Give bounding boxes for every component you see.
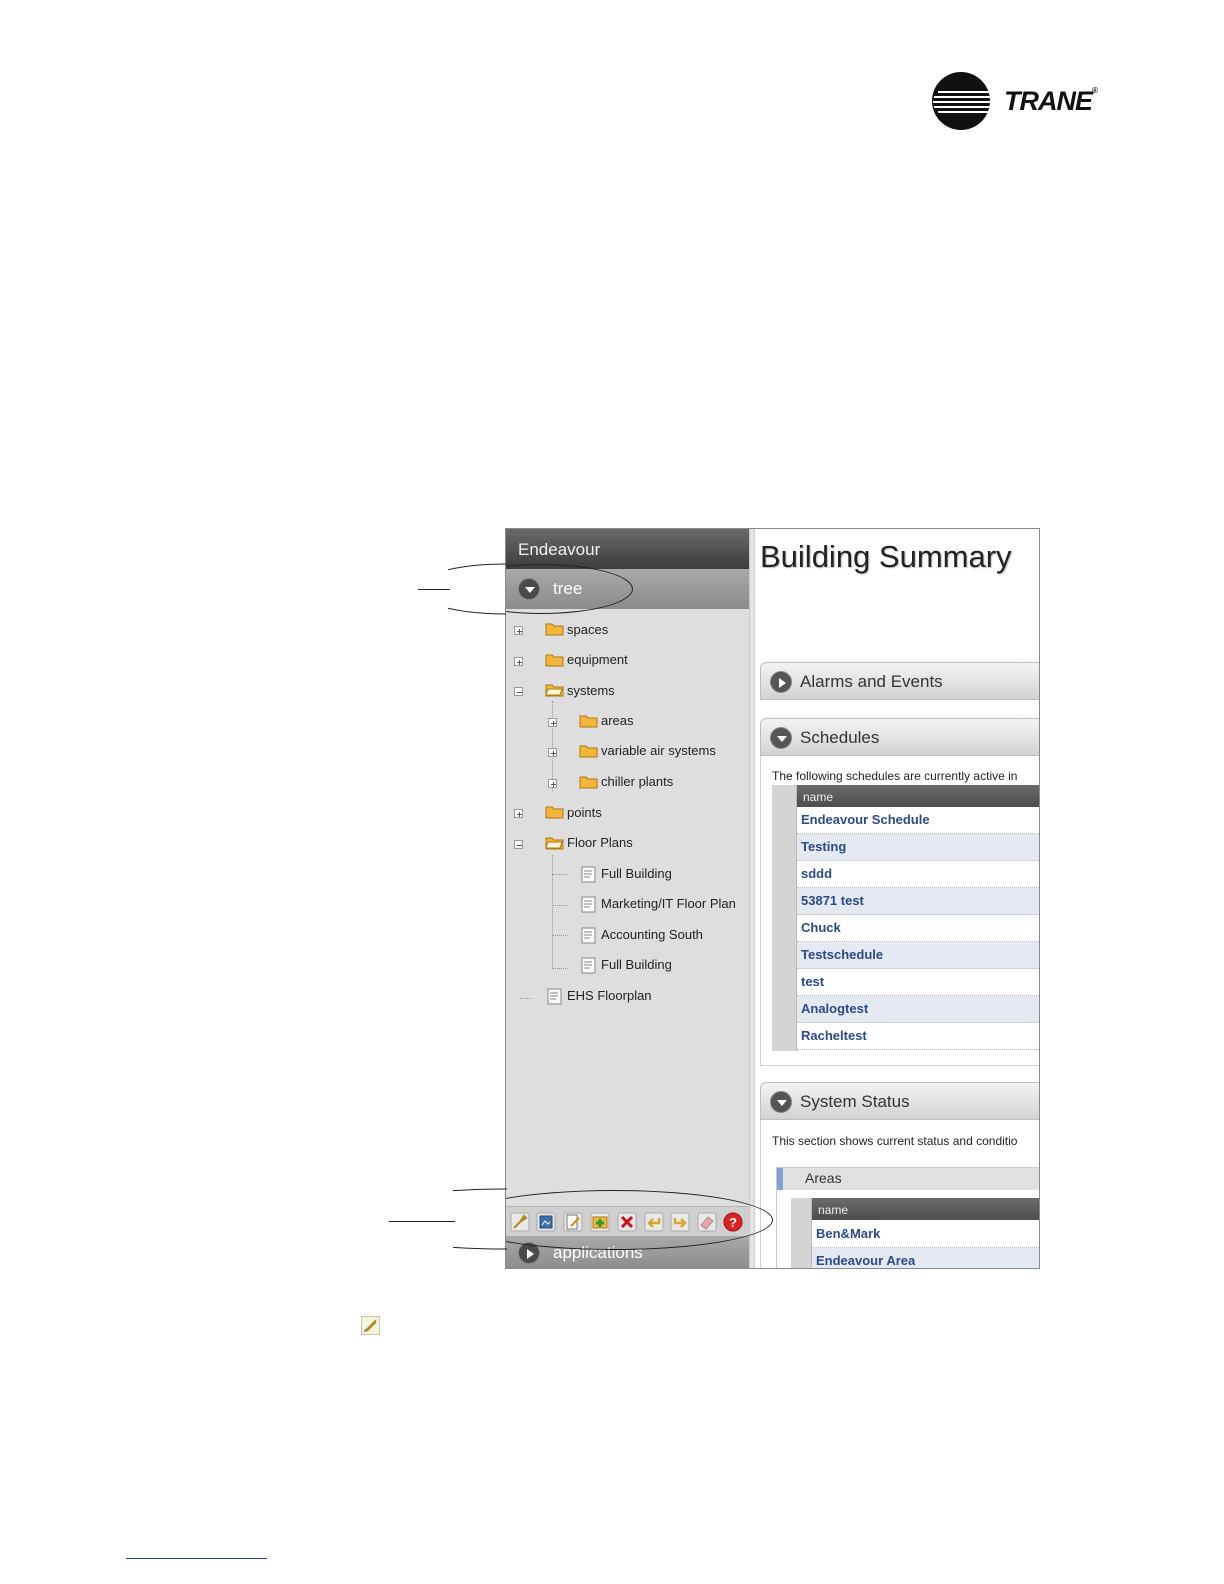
- tree-connector: [552, 855, 553, 968]
- schedule-row[interactable]: Testing: [797, 834, 1039, 861]
- schedule-row[interactable]: Chuck: [797, 915, 1039, 942]
- tree-item-variable-air-systems[interactable]: variable air systems: [601, 743, 716, 758]
- tree-item-chiller-plants[interactable]: chiller plants: [601, 774, 673, 789]
- expand-icon[interactable]: [548, 779, 557, 788]
- schedule-row[interactable]: 53871 test: [797, 888, 1039, 915]
- footer-link-underline: [126, 1558, 267, 1559]
- areas-panel-title: Areas: [777, 1168, 1039, 1190]
- folder-icon: [545, 806, 564, 819]
- tree-callout-arc: [448, 563, 507, 615]
- document-icon: [581, 866, 596, 883]
- tree-connector: [552, 968, 568, 969]
- open-folder-icon: [545, 684, 564, 697]
- tree-item-systems[interactable]: systems: [567, 683, 615, 698]
- sidebar: Endeavour tree spaces equipment systems …: [506, 529, 749, 1268]
- schedules-description: The following schedules are currently ac…: [772, 769, 1018, 783]
- collapse-icon[interactable]: [514, 840, 523, 849]
- tree-connector: [552, 874, 568, 875]
- trane-globe-icon: [932, 72, 990, 130]
- folder-icon: [545, 623, 564, 636]
- toolbar-callout-arc: [453, 1188, 508, 1250]
- expand-icon[interactable]: [548, 748, 557, 757]
- tree-item-spaces[interactable]: spaces: [567, 622, 608, 637]
- tree-item-points[interactable]: points: [567, 805, 602, 820]
- open-folder-icon: [545, 837, 564, 850]
- schedules-section-title: Schedules: [800, 728, 880, 747]
- schedule-row[interactable]: Testschedule: [797, 942, 1039, 969]
- folder-icon: [579, 745, 598, 758]
- alarms-section-header[interactable]: Alarms and Events: [760, 662, 1039, 700]
- trane-wordmark: TRANE®: [1004, 86, 1098, 116]
- schedules-section-header[interactable]: Schedules: [760, 718, 1039, 756]
- main-content: Building Summary Alarms and Events Sched…: [755, 529, 1039, 1268]
- tree-item-floor-plans[interactable]: Floor Plans: [567, 835, 633, 850]
- tree-item-accounting-south[interactable]: Accounting South: [601, 927, 703, 942]
- document-icon: [581, 957, 596, 974]
- collapse-icon[interactable]: [514, 687, 523, 696]
- folder-icon: [545, 654, 564, 667]
- tree-connector: [552, 935, 568, 936]
- system-status-section-header[interactable]: System Status: [760, 1082, 1039, 1120]
- area-row[interactable]: Ben&Mark: [812, 1221, 1039, 1248]
- alarms-section-title: Alarms and Events: [800, 672, 943, 691]
- tree-item-equipment[interactable]: equipment: [567, 652, 628, 667]
- expand-icon[interactable]: [514, 657, 523, 666]
- toolbar-callout-arc-right: [1039, 1190, 1073, 1248]
- expand-arrow-icon: [770, 671, 792, 693]
- tree-item-full-building[interactable]: Full Building: [601, 866, 672, 881]
- schedules-column-name[interactable]: name: [797, 785, 1039, 807]
- tree-connector: [552, 701, 553, 791]
- row-gutter: [791, 1198, 812, 1268]
- page-title: Building Summary: [760, 539, 1012, 574]
- collapse-arrow-icon: [770, 727, 792, 749]
- site-title: Endeavour: [506, 529, 749, 569]
- toolbar-callout-leader: [389, 1221, 455, 1222]
- system-status-section-title: System Status: [800, 1092, 910, 1111]
- expand-icon[interactable]: [514, 626, 523, 635]
- schedule-row[interactable]: Analogtest: [797, 996, 1039, 1023]
- document-icon: [581, 896, 596, 913]
- area-row[interactable]: Endeavour Area: [812, 1248, 1039, 1268]
- folder-icon: [579, 715, 598, 728]
- tree-item-full-building-2[interactable]: Full Building: [601, 957, 672, 972]
- tree-item-ehs-floorplan[interactable]: EHS Floorplan: [567, 988, 652, 1003]
- areas-column-name[interactable]: name: [812, 1198, 1039, 1220]
- schedule-row[interactable]: sddd: [797, 861, 1039, 888]
- row-gutter: [772, 785, 797, 1051]
- application-screenshot: Endeavour tree spaces equipment systems …: [505, 528, 1040, 1269]
- document-icon: [581, 927, 596, 944]
- folder-icon: [579, 776, 598, 789]
- link-icon: [361, 1316, 380, 1335]
- expand-icon[interactable]: [548, 718, 557, 727]
- collapse-arrow-icon: [770, 1091, 792, 1113]
- schedule-row[interactable]: Endeavour Schedule: [797, 807, 1039, 834]
- schedule-row[interactable]: Racheltest: [797, 1023, 1039, 1050]
- tree-connector: [552, 905, 568, 906]
- document-icon: [547, 988, 562, 1005]
- expand-icon[interactable]: [514, 809, 523, 818]
- tree-connector: [520, 998, 532, 999]
- schedule-row[interactable]: test: [797, 969, 1039, 996]
- tree-item-marketing-it-floor-plan[interactable]: Marketing/IT Floor Plan: [601, 896, 736, 911]
- system-status-description: This section shows current status and co…: [772, 1134, 1018, 1148]
- tree-item-areas[interactable]: areas: [601, 713, 634, 728]
- tree-callout-leader: [418, 589, 450, 590]
